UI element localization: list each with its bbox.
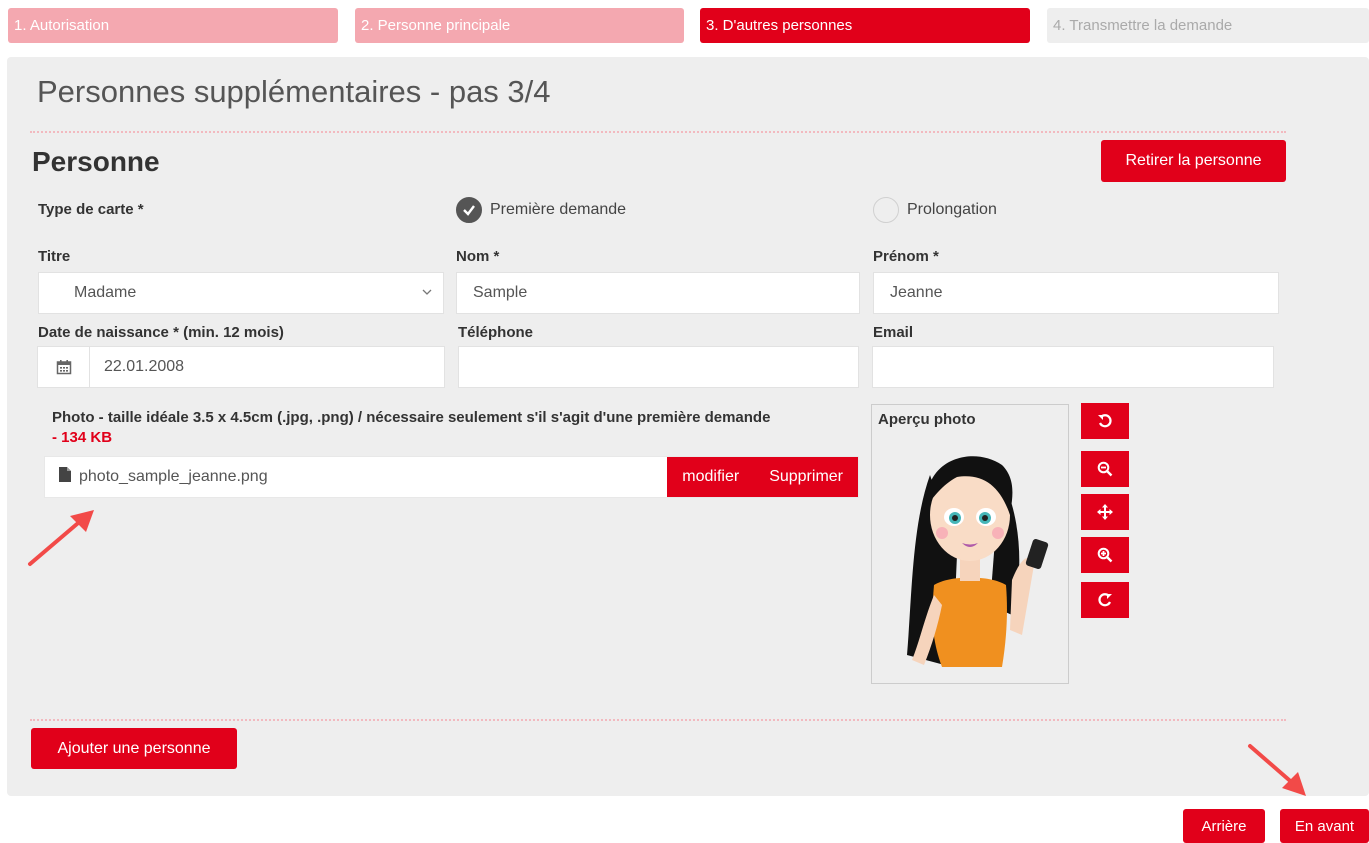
birthdate-value: 22.01.2008 [104,358,185,375]
email-label: Email [873,324,914,341]
modify-button[interactable]: modifier [667,468,754,486]
phone-label: Téléphone [458,324,534,341]
photo-label-text: Photo - taille idéale 3.5 x 4.5cm (.jpg,… [52,409,771,426]
radio-circle-icon [873,197,899,223]
step-authorization[interactable]: 1. Autorisation [8,8,338,43]
zoom-out-icon[interactable] [1081,451,1129,487]
divider [30,131,1286,133]
lastname-value: Sample [473,284,528,301]
annotation-arrow-icon [28,510,94,566]
title-value: Madame [74,284,137,301]
firstname-input[interactable]: Jeanne [873,272,1279,314]
photo-preview: Aperçu photo [871,404,1069,684]
radio-label: Première demande [490,201,627,218]
radio-extension[interactable]: Prolongation [873,197,997,223]
firstname-value: Jeanne [890,284,943,301]
photo-file-field[interactable]: photo_sample_jeanne.png modifier Supprim… [44,456,859,498]
page-title: Personnes supplémentaires - pas 3/4 [37,74,551,109]
annotation-arrow-icon [1248,744,1306,796]
chevron-down-icon [421,285,433,301]
remove-person-button[interactable]: Retirer la personne [1101,140,1286,182]
birthdate-label: Date de naissance * (min. 12 mois) [38,324,284,341]
calendar-icon[interactable] [38,347,90,387]
file-icon [59,467,71,487]
next-button[interactable]: En avant [1280,809,1369,843]
section-title: Personne [32,146,160,177]
step-other-persons[interactable]: 3. D'autres personnes [700,8,1030,43]
title-label: Titre [38,248,71,265]
lastname-input[interactable]: Sample [456,272,860,314]
lastname-label: Nom * [456,248,500,265]
delete-button[interactable]: Supprimer [754,468,858,486]
rotate-left-icon[interactable] [1081,403,1129,439]
back-button[interactable]: Arrière [1183,809,1265,843]
phone-input[interactable] [458,346,859,388]
rotate-right-icon[interactable] [1081,582,1129,618]
radio-first-request[interactable]: Première demande [456,197,626,223]
photo-label: Photo - taille idéale 3.5 x 4.5cm (.jpg,… [52,408,852,448]
add-person-button[interactable]: Ajouter une personne [31,728,237,769]
photo-size: - 134 KB [52,429,113,446]
step-label: 4. Transmettre la demande [1053,17,1233,34]
check-icon [456,197,482,223]
divider [30,719,1286,721]
step-label: 2. Personne principale [361,17,511,34]
move-icon[interactable] [1081,494,1129,530]
birthdate-input[interactable]: 22.01.2008 [37,346,445,388]
file-actions: modifier Supprimer [667,457,858,497]
card-type-label: Type de carte * [38,201,144,218]
avatar [907,456,1049,667]
step-submit-request[interactable]: 4. Transmettre la demande [1047,8,1369,43]
step-main-person[interactable]: 2. Personne principale [355,8,684,43]
step-label: 3. D'autres personnes [706,17,853,34]
file-name-text: photo_sample_jeanne.png [79,468,268,485]
file-name: photo_sample_jeanne.png [45,457,667,497]
zoom-in-icon[interactable] [1081,537,1129,573]
step-label: 1. Autorisation [14,17,110,34]
email-input[interactable] [872,346,1274,388]
radio-label: Prolongation [907,201,997,218]
title-select[interactable]: Madame [38,272,444,314]
firstname-label: Prénom * [873,248,939,265]
